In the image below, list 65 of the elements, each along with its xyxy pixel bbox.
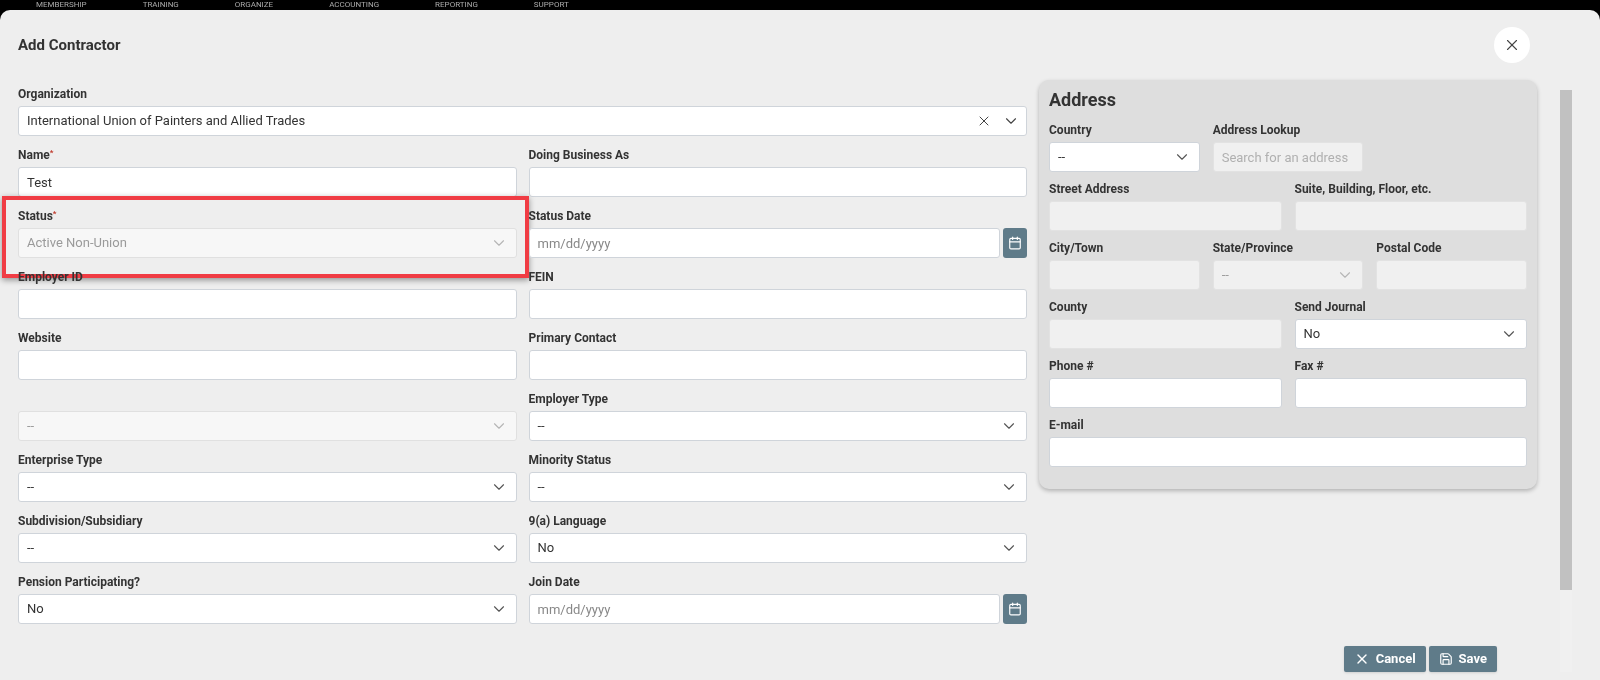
save-button[interactable]: Save — [1428, 646, 1497, 672]
text-field[interactable] — [1294, 378, 1527, 408]
field-label: 9(a) Language — [528, 514, 607, 528]
field-label: Country — [1049, 123, 1092, 137]
field-label: Status$^{*}$ — [18, 209, 57, 223]
nav-item[interactable]: REPORTING — [435, 0, 478, 10]
text-field[interactable] — [1049, 378, 1282, 408]
field-label: Subdivision/Subsidiary — [18, 514, 143, 528]
field-label: E-mail — [1049, 418, 1084, 432]
text-field[interactable] — [18, 350, 517, 380]
text-field[interactable] — [528, 167, 1027, 197]
field-label: Join Date — [528, 575, 580, 589]
nav-item[interactable]: ORGANIZE — [234, 0, 274, 10]
select-field[interactable]: No — [528, 533, 1027, 563]
field-label: Phone # — [1049, 359, 1094, 373]
select-field[interactable]: -- — [18, 472, 517, 502]
field-label: Address Lookup — [1212, 123, 1301, 137]
select-field[interactable]: -- — [528, 472, 1027, 502]
text-field[interactable] — [1049, 437, 1527, 467]
select-field[interactable]: No — [1294, 319, 1527, 349]
select-field[interactable]: -- — [528, 411, 1027, 441]
date-field[interactable]: mm/dd/yyyy — [528, 228, 1000, 258]
text-field[interactable]: Test — [18, 167, 517, 197]
field-label: Fax # — [1294, 359, 1324, 373]
nav-item[interactable]: SUPPORT — [533, 0, 569, 10]
date-field[interactable]: mm/dd/yyyy — [528, 594, 1000, 624]
required-mark: * — [52, 209, 57, 218]
nav-item[interactable]: ACCOUNTING — [329, 0, 380, 10]
text-field[interactable] — [18, 289, 517, 319]
field-label: Doing Business As — [528, 148, 630, 162]
calendar-icon — [1008, 236, 1022, 250]
nav-item[interactable]: TRAINING — [142, 0, 179, 10]
text-field[interactable] — [528, 289, 1027, 319]
calendar-button[interactable] — [1003, 594, 1027, 624]
calendar-icon — [1008, 602, 1022, 616]
text-field[interactable] — [528, 350, 1027, 380]
field-label: City/Town — [1049, 241, 1104, 255]
field-label: Suite, Building, Floor, etc. — [1294, 182, 1432, 196]
field-label: Website — [18, 331, 62, 345]
field-label: Status Date — [528, 209, 592, 223]
field-label: Send Journal — [1294, 300, 1366, 314]
field-label: Street Address — [1049, 182, 1130, 196]
calendar-button[interactable] — [1003, 228, 1027, 258]
field-label: Minority Status — [528, 453, 612, 467]
field-label: State/Province — [1212, 241, 1293, 255]
field-label: Name$^{*}$ — [18, 148, 54, 162]
organization-select[interactable]: International Union of Painters and Allied Trades — [18, 106, 1027, 136]
select-field[interactable]: -- — [18, 533, 517, 563]
field-label: FEIN — [528, 270, 554, 284]
save-icon — [1438, 652, 1453, 666]
close-button[interactable] — [1494, 27, 1530, 63]
dialog-title: Add Contractor — [18, 34, 121, 56]
field-label: Postal Code — [1376, 241, 1442, 255]
required-mark: * — [49, 148, 54, 157]
panel-title: Address — [1049, 88, 1117, 112]
field-label: Pension Participating? — [18, 575, 141, 589]
field-label: County — [1049, 300, 1088, 314]
field-label: Primary Contact — [528, 331, 617, 345]
field-label: Organization — [18, 87, 87, 101]
field-label: Enterprise Type — [18, 453, 103, 467]
select-field[interactable]: No — [18, 594, 517, 624]
select-field[interactable]: -- — [1049, 142, 1200, 172]
cancel-button[interactable]: Cancel — [1343, 646, 1426, 672]
field-label: Employer Type — [528, 392, 608, 406]
nav-item[interactable]: MEMBERSHIP — [36, 0, 87, 10]
